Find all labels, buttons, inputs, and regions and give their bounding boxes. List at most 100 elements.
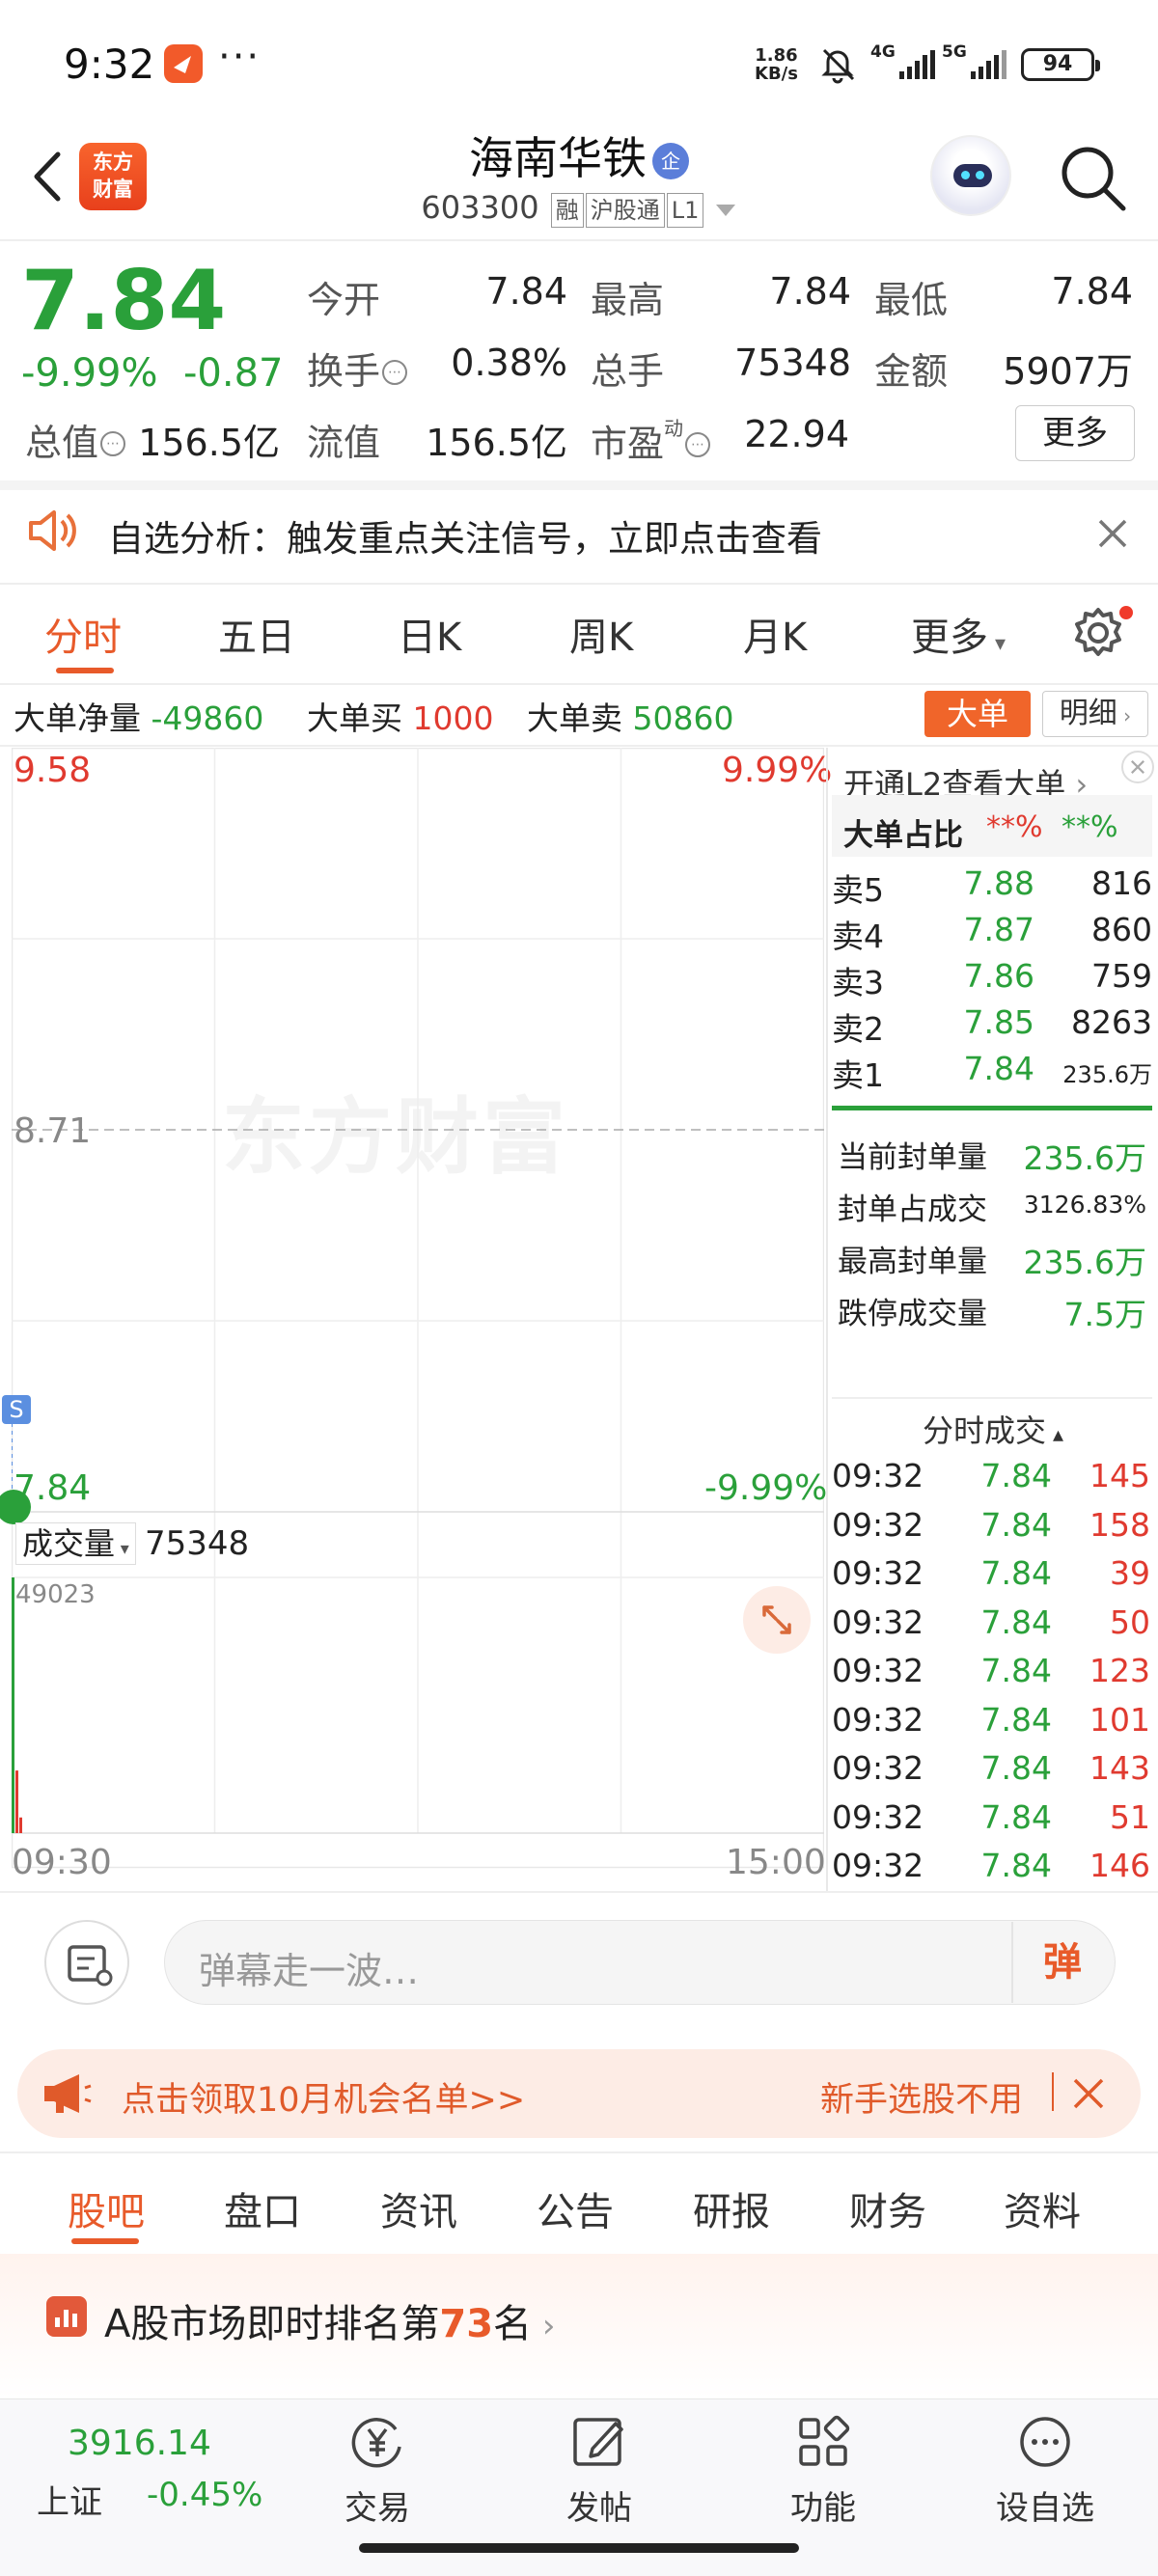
last-price: 7.84 bbox=[21, 253, 227, 349]
ask-bid-separator bbox=[832, 1106, 1152, 1110]
seal-stat-row: 封单占成交 3126.83% bbox=[838, 1191, 1146, 1227]
divider bbox=[0, 2151, 1158, 2153]
float-label: 流值 bbox=[307, 422, 381, 464]
trades-title[interactable]: 分时成交 ▴ bbox=[923, 1407, 1063, 1451]
divider bbox=[0, 1891, 1158, 1893]
section-tab[interactable]: 资讯 bbox=[380, 2180, 457, 2236]
tab-daily-k[interactable]: 日K bbox=[398, 606, 461, 662]
chart-grid bbox=[12, 748, 824, 1869]
section-tab[interactable]: 盘口 bbox=[224, 2180, 301, 2236]
volume-bar bbox=[12, 1577, 14, 1833]
dropdown-caret-icon: ▾ bbox=[988, 632, 1006, 656]
amount-value: 5907万 bbox=[1003, 350, 1133, 393]
ratio-label: 大单占比 bbox=[843, 818, 963, 853]
promo-text[interactable]: 点击领取10月机会名单>> bbox=[122, 2072, 525, 2122]
turnover-label[interactable]: 换手 ⋯ bbox=[307, 342, 408, 395]
search-icon[interactable] bbox=[1056, 141, 1129, 214]
promo-secondary-text[interactable]: 新手选股不用 bbox=[820, 2072, 1044, 2122]
speaker-icon bbox=[29, 510, 76, 551]
close-icon[interactable] bbox=[1121, 751, 1154, 783]
tab-five-day[interactable]: 五日 bbox=[218, 606, 295, 662]
trade-yen-icon bbox=[351, 2418, 401, 2468]
trade-row: 09:32 7.84 50 bbox=[832, 1603, 1150, 1641]
seal-stat-row: 当前封单量 235.6万 bbox=[838, 1139, 1146, 1177]
tab-weekly-k[interactable]: 周K bbox=[569, 606, 633, 662]
seal-stat-row: 最高封单量 235.6万 bbox=[838, 1244, 1146, 1281]
ask-row[interactable]: 卖4 7.87 860 bbox=[832, 907, 1152, 955]
amount-label: 金额 bbox=[874, 350, 949, 393]
info-icon[interactable]: ⋯ bbox=[382, 360, 408, 385]
app-notification-icon bbox=[164, 44, 203, 83]
volume-total: 75348 bbox=[145, 1524, 250, 1563]
index-value[interactable]: 3916.14 bbox=[68, 2424, 211, 2463]
nav-add-watchlist[interactable]: 设自选 bbox=[982, 2410, 1108, 2529]
ask-row[interactable]: 卖2 7.85 8263 bbox=[832, 1000, 1152, 1048]
assistant-robot-avatar[interactable] bbox=[930, 135, 1011, 216]
x-axis-end: 15:00 bbox=[726, 1843, 826, 1882]
mktcap-label[interactable]: 总值 ⋯ bbox=[25, 413, 126, 466]
home-indicator[interactable] bbox=[359, 2543, 799, 2553]
trade-row: 09:32 7.84 123 bbox=[832, 1652, 1150, 1689]
level-tag: L1 bbox=[666, 193, 704, 228]
active-tab-indicator bbox=[71, 2238, 139, 2244]
expand-icon[interactable] bbox=[743, 1586, 811, 1654]
dropdown-caret-icon[interactable] bbox=[714, 203, 737, 218]
close-icon[interactable] bbox=[1092, 513, 1133, 554]
danmaku-settings-button[interactable] bbox=[44, 1920, 129, 2005]
active-tab-indicator bbox=[56, 668, 114, 673]
section-tab[interactable]: 研报 bbox=[693, 2180, 770, 2236]
trade-row: 09:32 7.84 39 bbox=[832, 1554, 1150, 1592]
info-icon[interactable]: ⋯ bbox=[100, 431, 126, 456]
tab-intraday[interactable]: 分时 bbox=[44, 606, 122, 662]
nav-functions[interactable]: 功能 bbox=[760, 2410, 886, 2529]
turnover-value: 0.38% bbox=[451, 342, 567, 384]
more-quote-button[interactable]: 更多 bbox=[1015, 405, 1135, 461]
info-icon[interactable]: ⋯ bbox=[685, 432, 711, 457]
danmaku-send-button[interactable]: 弹 bbox=[1011, 1922, 1112, 2003]
pe-label[interactable]: 市盈动⋯ bbox=[591, 413, 711, 467]
section-tab[interactable]: 财务 bbox=[849, 2180, 926, 2236]
tab-more[interactable]: 更多 ▾ bbox=[911, 606, 1006, 662]
volume-label: 总手 bbox=[591, 350, 665, 393]
detail-button[interactable]: 明细 › bbox=[1042, 691, 1148, 737]
high-value: 7.84 bbox=[769, 270, 851, 313]
close-icon[interactable] bbox=[1067, 2072, 1110, 2115]
panel-divider bbox=[826, 748, 828, 1891]
danmaku-input[interactable]: 弹幕走一波… bbox=[199, 1941, 419, 1994]
volume-bars bbox=[12, 1577, 22, 1833]
nav-post[interactable]: 发帖 bbox=[537, 2410, 662, 2529]
market-rank-text[interactable]: A股市场即时排名第73名 › bbox=[104, 2292, 555, 2348]
gear-icon[interactable] bbox=[1071, 606, 1125, 660]
nav-trade[interactable]: 交易 bbox=[315, 2410, 440, 2529]
trade-row: 09:32 7.84 143 bbox=[832, 1749, 1150, 1787]
divider bbox=[0, 745, 1158, 747]
divider bbox=[0, 583, 1158, 585]
ask-row[interactable]: 卖5 7.88 816 bbox=[832, 861, 1152, 909]
trade-row: 09:32 7.84 101 bbox=[832, 1700, 1150, 1739]
big-order-button[interactable]: 大单 bbox=[924, 691, 1031, 737]
ask-row[interactable]: 卖1 7.84 235.6万 bbox=[832, 1046, 1152, 1094]
dropdown-caret-icon: ▾ bbox=[115, 1539, 129, 1559]
ask-row[interactable]: 卖3 7.86 759 bbox=[832, 953, 1152, 1001]
notice-text[interactable]: 自选分析：触发重点关注信号，立即点击查看 bbox=[108, 509, 822, 562]
divider bbox=[832, 1397, 1152, 1399]
megaphone-icon bbox=[44, 2074, 92, 2113]
more-notifications-icon: ··· bbox=[218, 35, 262, 79]
volume-indicator-select[interactable]: 成交量 ▾ bbox=[15, 1522, 136, 1565]
danmaku-settings-icon[interactable] bbox=[46, 1922, 131, 2007]
section-tab[interactable]: 股吧 bbox=[68, 2180, 145, 2236]
clock: 9:32 bbox=[64, 41, 155, 88]
trade-row: 09:32 7.84 146 bbox=[832, 1847, 1150, 1884]
expand-chart-button[interactable] bbox=[743, 1586, 811, 1654]
divider bbox=[0, 239, 1158, 241]
ratio-value-1: **% bbox=[986, 810, 1043, 844]
index-change[interactable]: -0.45% bbox=[147, 2476, 262, 2514]
index-name[interactable]: 上证 bbox=[37, 2476, 102, 2523]
tab-monthly-k[interactable]: 月K bbox=[743, 606, 807, 662]
divider bbox=[1052, 2072, 1054, 2111]
sell-signal-marker[interactable]: S bbox=[2, 1395, 31, 1424]
intraday-chart[interactable] bbox=[12, 748, 824, 1891]
float-value: 156.5亿 bbox=[426, 422, 567, 464]
section-tab[interactable]: 资料 bbox=[1004, 2180, 1081, 2236]
section-tab[interactable]: 公告 bbox=[537, 2180, 614, 2236]
